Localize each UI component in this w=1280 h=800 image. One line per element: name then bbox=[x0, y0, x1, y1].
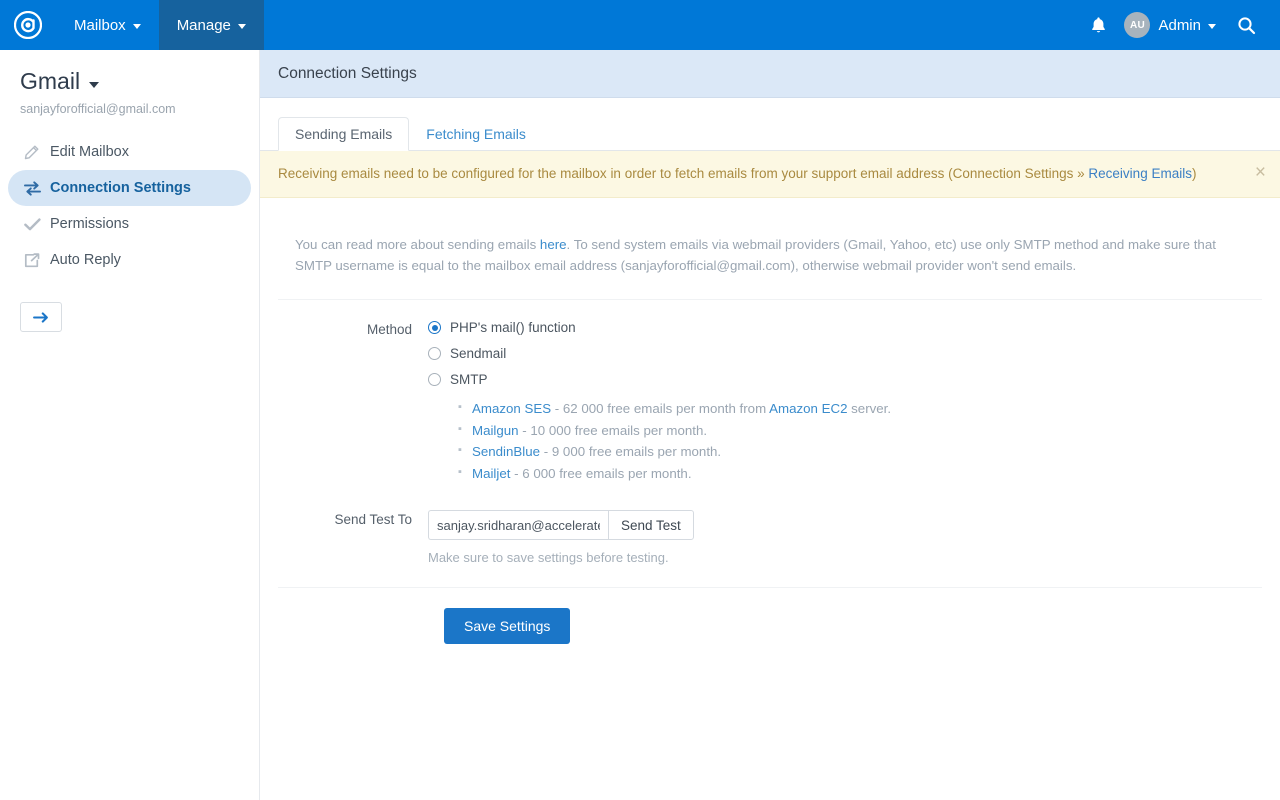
list-item: Mailjet - 6 000 free emails per month. bbox=[458, 463, 1262, 485]
provider-desc-before: - 10 000 free emails per month. bbox=[519, 423, 707, 438]
alert-text-after: ) bbox=[1192, 166, 1197, 181]
page-title: Connection Settings bbox=[278, 65, 417, 83]
radio-indicator bbox=[428, 321, 441, 334]
nav-item-manage[interactable]: Manage bbox=[159, 0, 264, 50]
chevron-down-icon bbox=[89, 82, 99, 88]
intro-part1: You can read more about sending emails bbox=[295, 237, 540, 252]
notifications-button[interactable] bbox=[1078, 0, 1118, 50]
list-item: Amazon SES - 62 000 free emails per mont… bbox=[458, 398, 1262, 420]
send-test-input[interactable] bbox=[428, 510, 608, 540]
intro-paragraph: You can read more about sending emails h… bbox=[278, 198, 1223, 278]
list-item: SendinBlue - 9 000 free emails per month… bbox=[458, 441, 1262, 463]
alert-text-before: Receiving emails need to be configured f… bbox=[278, 166, 1088, 181]
tab-fetching-emails[interactable]: Fetching Emails bbox=[409, 117, 543, 151]
sidebar-item-label: Permissions bbox=[50, 216, 129, 232]
sidebar-nav: Edit Mailbox Connection Settings Pe bbox=[0, 134, 259, 278]
sidebar-item-permissions[interactable]: Permissions bbox=[8, 206, 251, 242]
top-navbar: Mailbox Manage AU Admin bbox=[0, 0, 1280, 50]
radio-indicator bbox=[428, 347, 441, 360]
avatar: AU bbox=[1124, 12, 1150, 38]
form-actions-inner: Save Settings bbox=[428, 608, 1262, 644]
mailbox-email: sanjayforofficial@gmail.com bbox=[0, 95, 259, 116]
nav-item-mailbox[interactable]: Mailbox bbox=[56, 0, 159, 50]
exchange-arrows-icon bbox=[24, 181, 50, 196]
provider-list: Amazon SES - 62 000 free emails per mont… bbox=[458, 398, 1262, 484]
sidebar-item-label: Connection Settings bbox=[50, 180, 191, 196]
mailbox-switcher[interactable]: Gmail bbox=[0, 68, 259, 95]
radio-label: PHP's mail() function bbox=[450, 320, 576, 335]
alert-banner: Receiving emails need to be configured f… bbox=[260, 151, 1280, 198]
save-settings-button[interactable]: Save Settings bbox=[444, 608, 570, 644]
sidebar-expand-button[interactable] bbox=[20, 302, 62, 332]
content-area: Connection Settings Sending Emails Fetch… bbox=[260, 50, 1280, 800]
mailbox-name: Gmail bbox=[20, 68, 80, 95]
sidebar-item-label: Auto Reply bbox=[50, 252, 121, 268]
alert-link-receiving-emails[interactable]: Receiving Emails bbox=[1088, 166, 1192, 181]
intro-link-here[interactable]: here bbox=[540, 237, 567, 252]
app-logo[interactable] bbox=[0, 0, 56, 50]
check-icon bbox=[24, 217, 50, 232]
provider-link-mailjet[interactable]: Mailjet bbox=[472, 466, 510, 481]
freescout-spiral-logo-icon bbox=[14, 11, 42, 39]
close-icon[interactable]: × bbox=[1255, 163, 1266, 182]
bell-icon bbox=[1090, 16, 1107, 34]
main-layout: Gmail sanjayforofficial@gmail.com Edit M… bbox=[0, 50, 1280, 800]
radio-php-mail[interactable]: PHP's mail() function bbox=[428, 320, 1262, 335]
settings-form: You can read more about sending emails h… bbox=[260, 198, 1280, 645]
send-test-input-group: Send Test bbox=[428, 510, 1262, 540]
provider-link-amazon-ses[interactable]: Amazon SES bbox=[472, 401, 551, 416]
form-actions: Save Settings bbox=[278, 588, 1262, 644]
radio-label: Sendmail bbox=[450, 346, 506, 361]
chevron-down-icon bbox=[133, 24, 141, 29]
navbar-right-group: AU Admin bbox=[1078, 0, 1280, 50]
tab-bar: Sending Emails Fetching Emails bbox=[260, 98, 1280, 151]
page-header: Connection Settings bbox=[260, 50, 1280, 98]
arrow-right-icon bbox=[33, 311, 50, 324]
radio-indicator bbox=[428, 373, 441, 386]
share-box-icon bbox=[24, 253, 50, 268]
chevron-down-icon bbox=[1208, 24, 1216, 29]
provider-link-mailgun[interactable]: Mailgun bbox=[472, 423, 519, 438]
tab-label: Sending Emails bbox=[295, 126, 392, 142]
nav-item-manage-label: Manage bbox=[177, 17, 231, 34]
search-button[interactable] bbox=[1226, 0, 1266, 50]
user-menu[interactable]: AU Admin bbox=[1118, 0, 1226, 50]
provider-desc-before: - 62 000 free emails per month from bbox=[551, 401, 769, 416]
radio-sendmail[interactable]: Sendmail bbox=[428, 346, 1262, 361]
radio-label: SMTP bbox=[450, 372, 488, 387]
provider-desc-after: server. bbox=[847, 401, 891, 416]
send-test-help: Make sure to save settings before testin… bbox=[428, 540, 1262, 565]
user-menu-label: Admin bbox=[1158, 17, 1201, 34]
tab-sending-emails[interactable]: Sending Emails bbox=[278, 117, 409, 151]
send-test-button[interactable]: Send Test bbox=[608, 510, 694, 540]
tab-label: Fetching Emails bbox=[426, 126, 526, 142]
nav-item-mailbox-label: Mailbox bbox=[74, 17, 126, 34]
chevron-down-icon bbox=[238, 24, 246, 29]
provider-link-sendinblue[interactable]: SendinBlue bbox=[472, 444, 540, 459]
pencil-icon bbox=[24, 145, 50, 160]
radio-smtp[interactable]: SMTP bbox=[428, 372, 1262, 387]
send-test-label: Send Test To bbox=[278, 510, 428, 565]
sidebar-item-label: Edit Mailbox bbox=[50, 144, 129, 160]
sidebar: Gmail sanjayforofficial@gmail.com Edit M… bbox=[0, 50, 260, 800]
send-test-field: Send Test Make sure to save settings bef… bbox=[428, 510, 1262, 565]
sidebar-item-auto-reply[interactable]: Auto Reply bbox=[8, 242, 251, 278]
send-test-row: Send Test To Send Test Make sure to save… bbox=[278, 484, 1262, 565]
provider-desc-before: - 9 000 free emails per month. bbox=[540, 444, 721, 459]
list-item: Mailgun - 10 000 free emails per month. bbox=[458, 420, 1262, 442]
method-row: Method PHP's mail() function Sendmail SM… bbox=[278, 300, 1262, 484]
provider-link-amazon-ec2[interactable]: Amazon EC2 bbox=[769, 401, 847, 416]
method-field: PHP's mail() function Sendmail SMTP Amaz… bbox=[428, 320, 1262, 484]
method-label: Method bbox=[278, 320, 428, 484]
provider-desc-before: - 6 000 free emails per month. bbox=[510, 466, 691, 481]
search-icon bbox=[1237, 16, 1256, 35]
sidebar-item-edit-mailbox[interactable]: Edit Mailbox bbox=[8, 134, 251, 170]
sidebar-item-connection-settings[interactable]: Connection Settings bbox=[8, 170, 251, 206]
